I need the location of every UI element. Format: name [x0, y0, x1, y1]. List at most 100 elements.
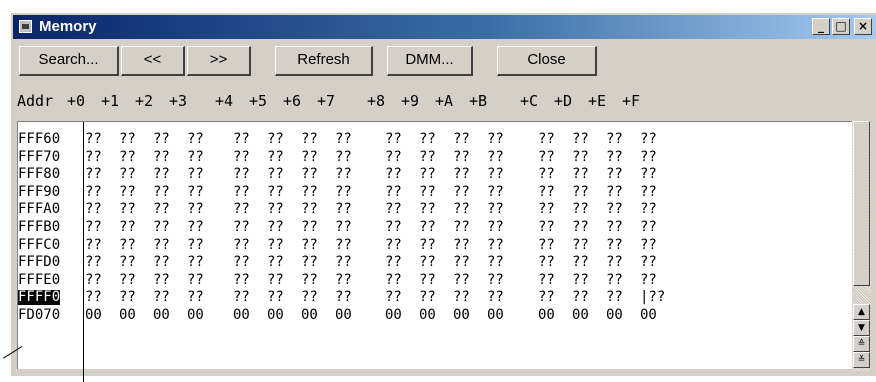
memory-cell[interactable]: ?? [606, 290, 623, 305]
memory-cell[interactable]: ?? [85, 272, 102, 288]
memory-cell[interactable]: ?? [572, 184, 589, 200]
memory-cell[interactable]: ?? [453, 237, 470, 253]
row-address[interactable]: FFFF0 [18, 290, 61, 306]
memory-cell[interactable]: ?? [153, 255, 170, 270]
memory-cell[interactable]: ?? [572, 202, 589, 217]
memory-cell[interactable]: ?? [606, 149, 623, 165]
memory-cell[interactable]: ?? [453, 220, 470, 235]
memory-cell[interactable]: ?? [419, 132, 436, 147]
memory-cell[interactable]: |?? [640, 290, 665, 305]
memory-cell[interactable]: ?? [335, 167, 352, 182]
row-address[interactable]: FFFA0 [18, 202, 60, 217]
row-address[interactable]: FD070 [18, 308, 60, 323]
memory-cell[interactable]: ?? [233, 255, 250, 270]
memory-cell[interactable]: ?? [385, 237, 402, 253]
memory-cell[interactable]: ?? [640, 202, 657, 217]
memory-cell[interactable]: ?? [301, 132, 318, 147]
memory-grid[interactable]: FFF60???????????????????????????????? FFF… [17, 121, 852, 382]
memory-cell[interactable]: ?? [233, 167, 250, 182]
memory-cell[interactable]: ?? [153, 290, 170, 305]
memory-cell[interactable]: ?? [187, 255, 204, 270]
memory-cell[interactable]: ?? [335, 202, 352, 217]
scrollbar-thumb[interactable] [853, 121, 870, 286]
memory-cell[interactable]: ?? [538, 202, 555, 217]
memory-cell[interactable]: 00 [301, 308, 318, 323]
memory-cell[interactable]: ?? [119, 167, 136, 182]
memory-cell[interactable]: ?? [640, 220, 657, 235]
row-address[interactable]: FFF60 [18, 132, 60, 147]
memory-cell[interactable]: ?? [187, 202, 204, 217]
memory-cell[interactable]: 00 [233, 308, 250, 323]
memory-cell[interactable]: ?? [267, 290, 284, 305]
close-button[interactable]: Close [497, 46, 597, 76]
memory-cell[interactable]: ?? [385, 132, 402, 147]
memory-cell[interactable]: ?? [119, 149, 136, 165]
memory-cell[interactable]: ?? [487, 220, 504, 235]
memory-cell[interactable]: ?? [233, 290, 250, 305]
memory-cell[interactable]: ?? [538, 290, 555, 305]
memory-row[interactable]: FFFE0???????????????????????????????? [18, 272, 838, 288]
memory-cell[interactable]: ?? [267, 237, 284, 253]
memory-cell[interactable]: ?? [487, 290, 504, 305]
memory-cell[interactable]: ?? [385, 167, 402, 182]
memory-cell[interactable]: ?? [453, 255, 470, 270]
memory-cell[interactable]: ?? [301, 272, 318, 288]
memory-cell[interactable]: ?? [606, 255, 623, 270]
memory-cell[interactable]: ?? [487, 149, 504, 165]
memory-cell[interactable]: ?? [606, 132, 623, 147]
memory-cell[interactable]: ?? [85, 184, 102, 200]
minimize-button[interactable]: _ [812, 18, 830, 35]
memory-cell[interactable]: ?? [487, 202, 504, 217]
search-button[interactable]: Search... [19, 46, 119, 76]
memory-cell[interactable]: ?? [385, 202, 402, 217]
memory-cell[interactable]: ?? [538, 149, 555, 165]
memory-cell[interactable]: ?? [187, 237, 204, 253]
memory-cell[interactable]: ?? [335, 272, 352, 288]
memory-cell[interactable]: ?? [119, 255, 136, 270]
memory-cell[interactable]: ?? [606, 184, 623, 200]
memory-cell[interactable]: ?? [335, 255, 352, 270]
memory-cell[interactable]: ?? [572, 237, 589, 253]
memory-row[interactable]: FFFC0???????????????????????????????? [18, 237, 838, 253]
memory-cell[interactable]: ?? [487, 132, 504, 147]
memory-cell[interactable]: ?? [233, 272, 250, 288]
scroll-up-arrow-icon[interactable]: ▲ [853, 304, 870, 320]
memory-cell[interactable]: ?? [606, 167, 623, 182]
memory-cell[interactable]: ?? [335, 237, 352, 253]
memory-cell[interactable]: ?? [233, 237, 250, 253]
memory-cell[interactable]: ?? [487, 184, 504, 200]
memory-cell[interactable]: ?? [385, 184, 402, 200]
memory-cell[interactable]: 00 [572, 308, 589, 323]
maximize-button[interactable]: □ [832, 18, 850, 35]
memory-cell[interactable]: ?? [153, 237, 170, 253]
page-up-icon[interactable]: ≙ [853, 336, 870, 352]
row-address[interactable]: FFFC0 [18, 237, 60, 253]
memory-cell[interactable]: ?? [453, 290, 470, 305]
memory-cell[interactable]: ?? [640, 272, 657, 288]
memory-cell[interactable]: 00 [187, 308, 204, 323]
memory-cell[interactable]: ?? [385, 149, 402, 165]
memory-cell[interactable]: ?? [267, 202, 284, 217]
memory-cell[interactable]: ?? [453, 132, 470, 147]
memory-cell[interactable]: ?? [453, 202, 470, 217]
memory-cell[interactable]: ?? [419, 202, 436, 217]
memory-cell[interactable]: ?? [233, 132, 250, 147]
memory-cell[interactable]: ?? [233, 184, 250, 200]
memory-cell[interactable]: ?? [119, 290, 136, 305]
memory-cell[interactable]: ?? [119, 237, 136, 253]
row-address[interactable]: FFFD0 [18, 255, 60, 270]
memory-cell[interactable]: ?? [85, 149, 102, 165]
memory-cell[interactable]: ?? [187, 132, 204, 147]
memory-cell[interactable]: ?? [385, 220, 402, 235]
memory-cell[interactable]: ?? [385, 290, 402, 305]
memory-cell[interactable]: ?? [640, 255, 657, 270]
memory-cell[interactable]: ?? [301, 237, 318, 253]
row-address[interactable]: FFFE0 [18, 272, 60, 288]
memory-cell[interactable]: ?? [335, 149, 352, 165]
memory-cell[interactable]: ?? [267, 255, 284, 270]
memory-cell[interactable]: ?? [85, 132, 102, 147]
memory-cell[interactable]: ?? [153, 149, 170, 165]
memory-cell[interactable]: ?? [267, 149, 284, 165]
memory-cell[interactable]: ?? [538, 184, 555, 200]
memory-cell[interactable]: ?? [119, 132, 136, 147]
